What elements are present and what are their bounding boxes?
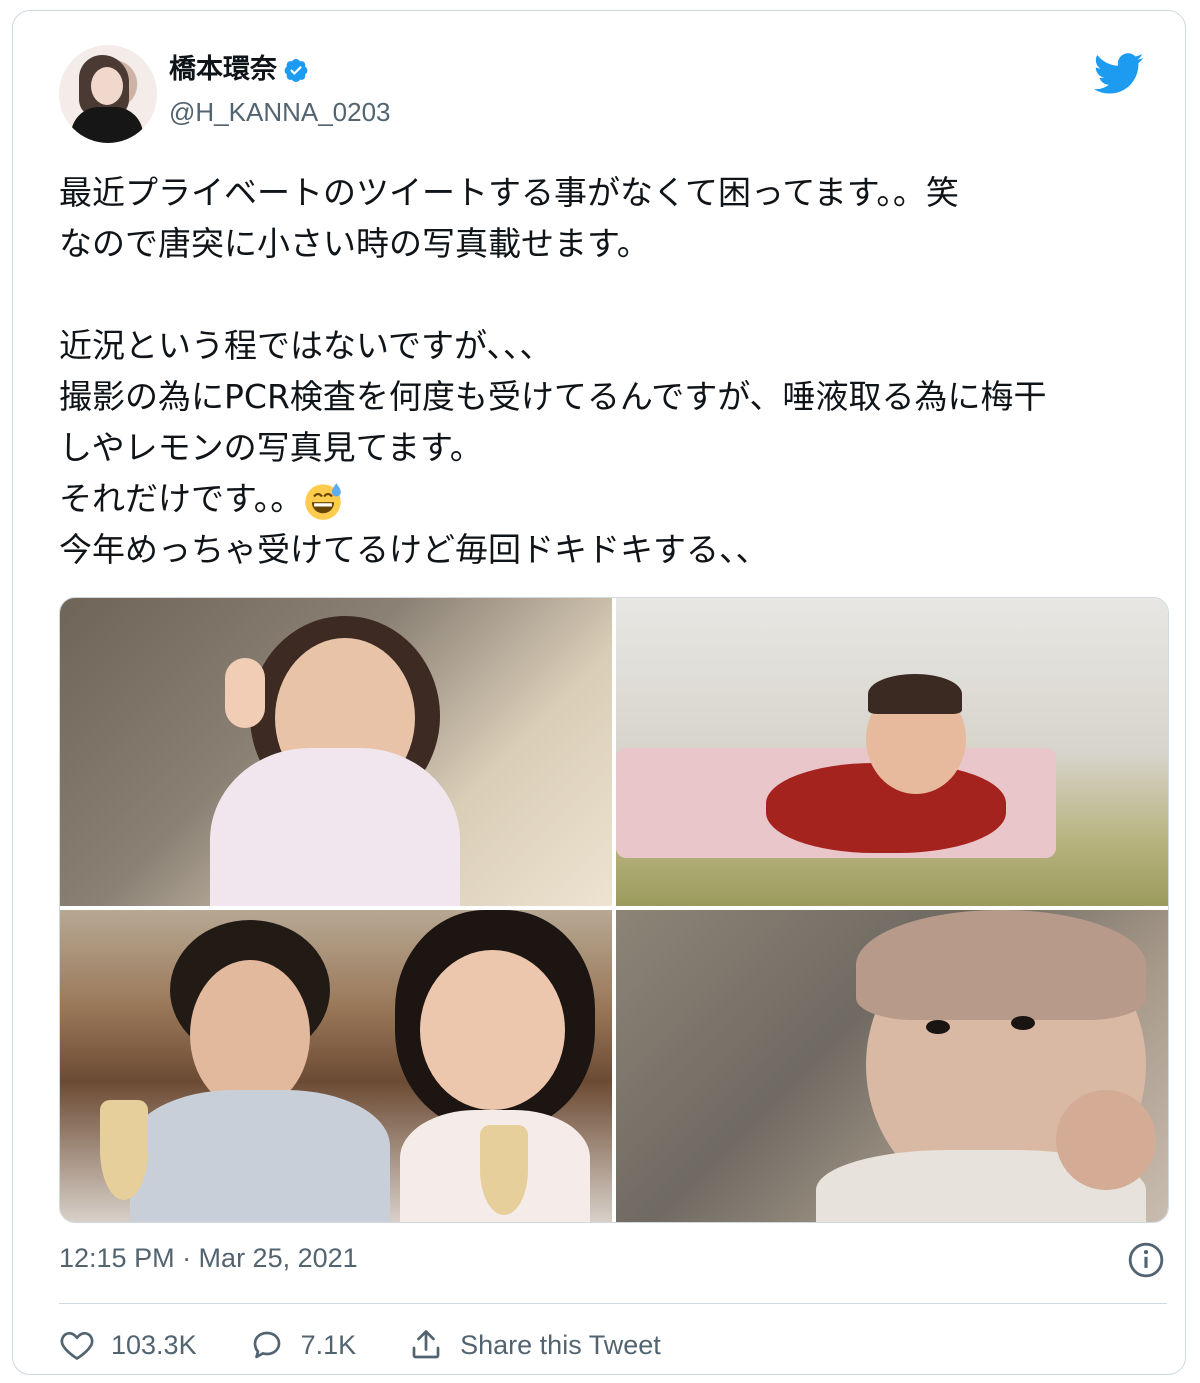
tweet-text-body: 最近プライベートのツイートする事がなくて困ってます。。笑 なので唐突に小さい時の… (59, 173, 1047, 518)
photo-kids-ice-cream[interactable] (60, 910, 612, 1222)
share-button[interactable]: Share this Tweet (408, 1327, 661, 1363)
verified-badge-icon (284, 59, 308, 83)
tweet-text-ending: 今年めっちゃ受けてるけど毎回ドキドキする、、 (59, 530, 769, 569)
author-name-row[interactable]: 橋本環奈 (169, 53, 309, 87)
twitter-bird-icon[interactable] (1093, 53, 1145, 95)
user-handle[interactable]: @H_KANNA_0203 (169, 97, 391, 128)
display-name[interactable]: 橋本環奈 (169, 53, 277, 87)
reply-icon (253, 1331, 280, 1359)
share-label: Share this Tweet (460, 1329, 661, 1360)
avatar[interactable] (59, 45, 157, 143)
reply-button[interactable]: 7.1K (249, 1327, 357, 1363)
photo-baby-on-mat[interactable] (616, 598, 1168, 906)
grinning-face-with-sweat-icon (305, 482, 341, 520)
reply-count: 7.1K (300, 1329, 357, 1360)
photo-child-peace-sign[interactable] (60, 598, 612, 906)
info-icon[interactable] (1127, 1241, 1165, 1279)
like-button[interactable]: 103.3K (59, 1327, 197, 1363)
heart-icon (60, 1331, 94, 1360)
share-icon (412, 1330, 440, 1359)
divider (59, 1303, 1167, 1304)
tweet-timestamp[interactable]: 12:15 PM · Mar 25, 2021 (59, 1243, 358, 1274)
tweet-card: 橋本環奈 @H_KANNA_0203 最近プライベートのツイートする事がなくて困… (12, 10, 1186, 1375)
photo-newborn-baby[interactable] (616, 910, 1168, 1222)
like-count: 103.3K (111, 1329, 197, 1360)
tweet-text: 最近プライベートのツイートする事がなくて困ってます。。笑 なので唐突に小さい時の… (59, 167, 1159, 575)
action-bar: 103.3K 7.1K Share this Tweet (59, 1327, 713, 1363)
media-grid (59, 597, 1169, 1223)
